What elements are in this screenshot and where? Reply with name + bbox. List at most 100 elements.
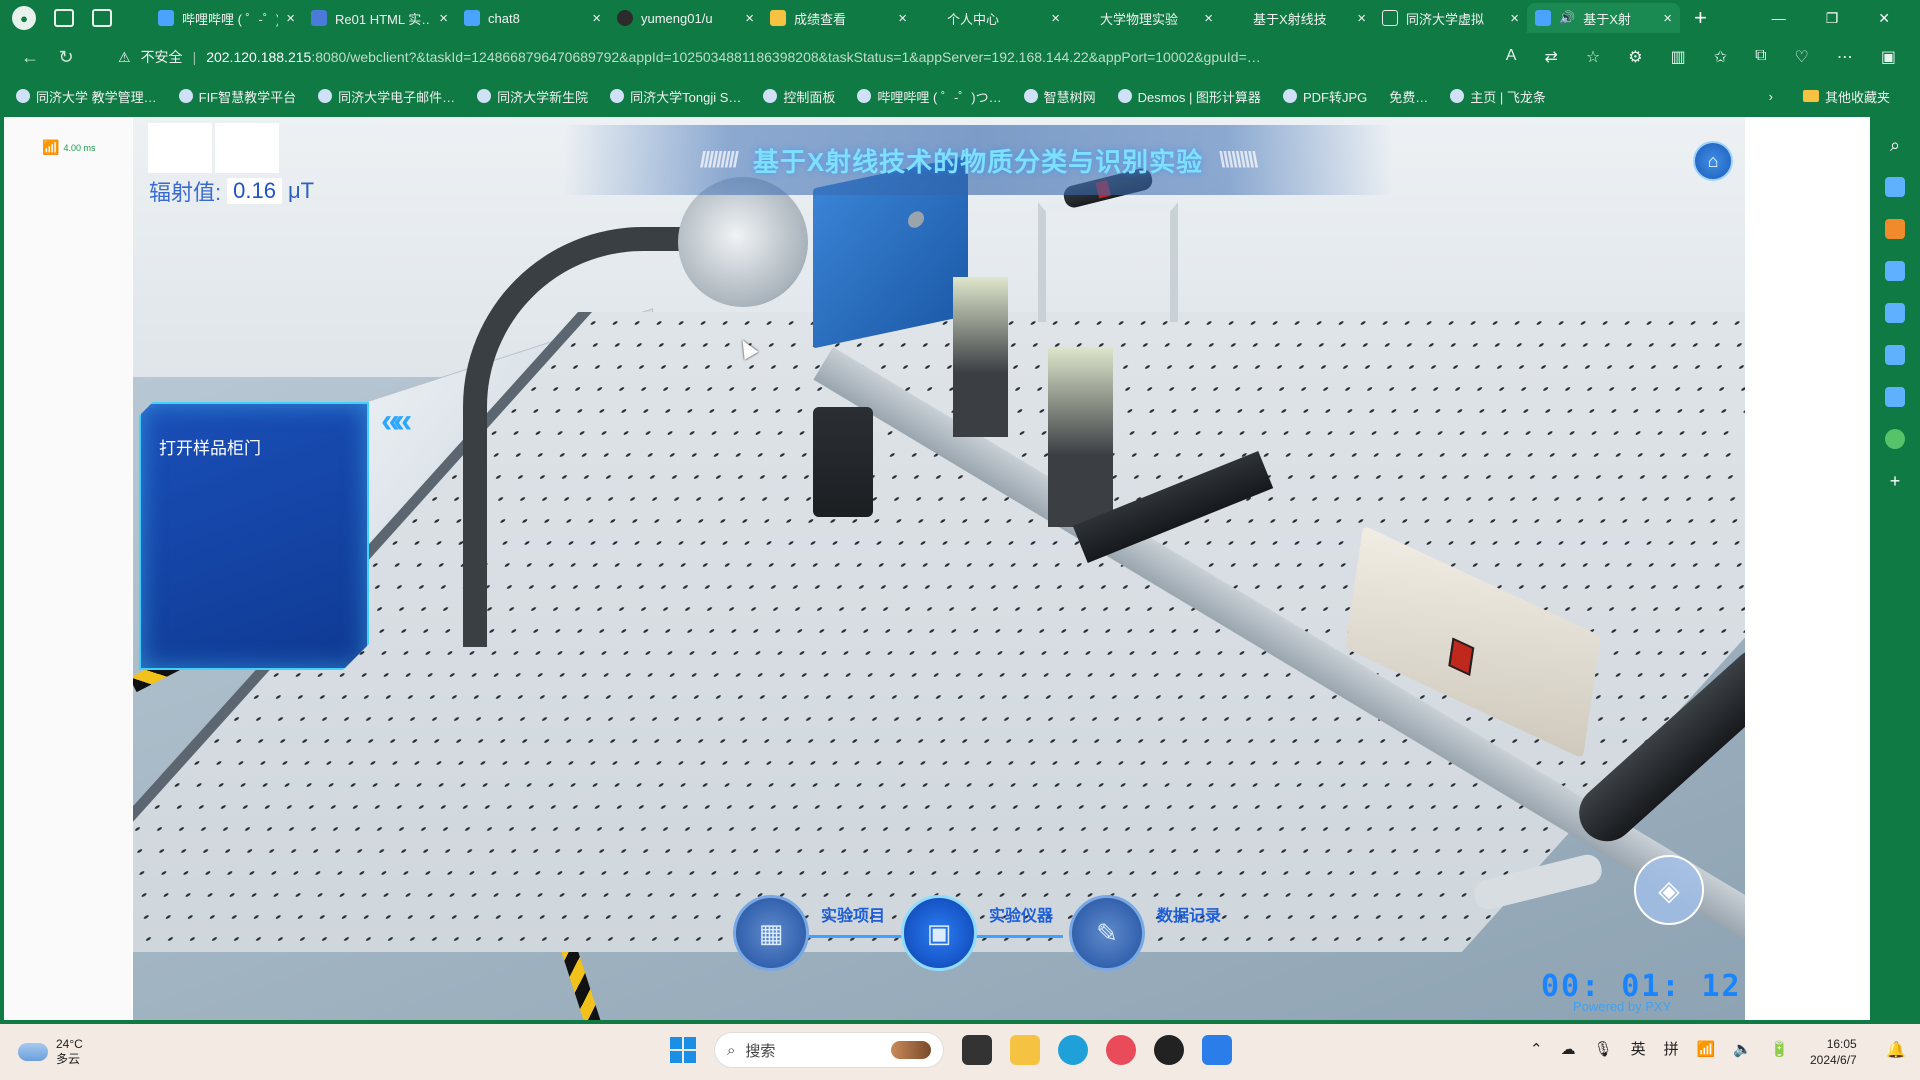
bookmark-item[interactable]: 免费… xyxy=(1389,87,1428,106)
home-button[interactable]: ⌂ xyxy=(1693,141,1733,181)
nav-experiment-projects[interactable]: ▦ xyxy=(733,895,809,971)
sidebar-toggle-icon[interactable]: ▣ xyxy=(1881,47,1896,67)
more-icon[interactable]: ⋯ xyxy=(1837,47,1853,67)
close-icon[interactable]: × xyxy=(1051,10,1060,27)
wifi-icon[interactable]: 📶 xyxy=(1697,1040,1716,1058)
task-view-icon[interactable] xyxy=(962,1035,992,1065)
sample-holder[interactable] xyxy=(953,277,1008,437)
close-icon[interactable]: × xyxy=(745,10,754,27)
chevron-up-icon[interactable]: ⌃ xyxy=(1530,1040,1543,1058)
close-icon[interactable]: × xyxy=(286,10,295,27)
nav-instruments[interactable]: ▣ xyxy=(901,895,977,971)
bookmark-item[interactable]: 同济大学Tongji S… xyxy=(610,87,741,106)
power-switch[interactable] xyxy=(1448,637,1475,676)
favorite-star-icon[interactable]: ☆ xyxy=(1586,47,1600,67)
tab-chat[interactable]: chat8 × xyxy=(456,3,609,33)
weather-widget[interactable]: 24°C 多云 xyxy=(0,1037,200,1067)
bookmark-item[interactable]: 同济大学 教学管理… xyxy=(16,87,157,106)
tab-personal[interactable]: 个人中心 × xyxy=(915,3,1068,33)
tab-physics[interactable]: 大学物理实验 × xyxy=(1068,3,1221,33)
music-app-icon[interactable] xyxy=(1106,1035,1136,1065)
chrome-icon[interactable] xyxy=(1154,1035,1184,1065)
tab-bilibili[interactable]: 哔哩哔哩 ( ゜-゜) × xyxy=(150,3,303,33)
start-button[interactable] xyxy=(670,1037,696,1063)
volume-icon[interactable]: 🔈 xyxy=(1733,1040,1752,1058)
tab-tongji-virtual[interactable]: 同济大学虚拟 × xyxy=(1374,3,1527,33)
3d-lab-scene[interactable]: 辐射值: 0.16 μT ///////// 基于X射线技术的物质分类与识别实验… xyxy=(133,117,1745,1020)
bookmark-item[interactable]: FIF智慧教学平台 xyxy=(178,87,296,106)
bookmark-item[interactable]: 主页 | 飞龙条 xyxy=(1450,87,1546,106)
extensions-icon[interactable]: ⚙ xyxy=(1628,47,1642,67)
profile-icon[interactable]: ● xyxy=(12,6,36,30)
taskbar-search[interactable]: ⌕ 搜索 xyxy=(714,1032,944,1068)
ime-indicator[interactable]: 拼 xyxy=(1664,1038,1679,1059)
send-icon[interactable] xyxy=(1885,387,1905,407)
speaker-icon[interactable]: 🔊 xyxy=(1559,10,1575,26)
close-icon[interactable]: × xyxy=(439,10,448,27)
sample-holder[interactable] xyxy=(1048,347,1113,527)
workspaces-icon[interactable] xyxy=(54,9,74,27)
close-icon[interactable]: × xyxy=(1663,10,1672,27)
close-window-icon[interactable]: ✕ xyxy=(1878,10,1890,27)
nav-label[interactable]: 实验项目 xyxy=(821,902,885,926)
search-icon[interactable]: ⌕ xyxy=(1885,135,1905,155)
language-indicator[interactable]: 英 xyxy=(1631,1038,1646,1059)
games-icon[interactable] xyxy=(1885,261,1905,281)
favorites-icon[interactable]: ✩ xyxy=(1714,47,1727,67)
add-icon[interactable]: + xyxy=(1885,471,1905,491)
nav-data-records[interactable]: ✎ xyxy=(1069,895,1145,971)
open-sample-cabinet-button[interactable]: 打开样品柜门 xyxy=(159,434,261,459)
read-aloud-icon[interactable]: A xyxy=(1506,47,1517,67)
sample-clamp[interactable] xyxy=(813,407,873,517)
bookmark-item[interactable]: 同济大学新生院 xyxy=(477,87,588,106)
split-screen-icon[interactable]: ▥ xyxy=(1671,47,1686,67)
onedrive-icon[interactable]: ☁ xyxy=(1561,1040,1576,1058)
edge-icon[interactable] xyxy=(1058,1035,1088,1065)
close-icon[interactable]: × xyxy=(1357,10,1366,27)
copilot-icon[interactable] xyxy=(1885,303,1905,323)
tab-actions-icon[interactable] xyxy=(92,9,112,27)
outlook-icon[interactable] xyxy=(1885,345,1905,365)
battery-icon[interactable]: 🔋 xyxy=(1770,1040,1789,1058)
layers-button[interactable]: ◈ xyxy=(1634,855,1704,925)
chevron-right-icon[interactable]: › xyxy=(1769,89,1773,104)
new-tab-button[interactable]: + xyxy=(1680,5,1721,31)
close-icon[interactable]: × xyxy=(898,10,907,27)
tree-icon[interactable] xyxy=(1885,429,1905,449)
tab-github[interactable]: yumeng01/u × xyxy=(609,3,762,33)
translate-icon[interactable]: ⇄ xyxy=(1544,47,1557,67)
close-icon[interactable]: × xyxy=(1204,10,1213,27)
bookmark-item[interactable]: 智慧树网 xyxy=(1023,87,1096,106)
tab-xray-1[interactable]: 基于X射线技 × xyxy=(1221,3,1374,33)
tab-grades[interactable]: 成绩查看 × xyxy=(762,3,915,33)
refresh-icon[interactable]: ↻ xyxy=(48,47,84,68)
tab-xray-active[interactable]: 🔊 基于X射 × xyxy=(1527,3,1680,33)
close-icon[interactable]: × xyxy=(1510,10,1519,27)
collections-icon[interactable]: ⧉ xyxy=(1755,47,1766,67)
back-icon[interactable]: ← xyxy=(12,47,48,68)
clock[interactable]: 16:05 2024/6/7 xyxy=(1810,1036,1857,1068)
nav-label[interactable]: 实验仪器 xyxy=(989,902,1053,926)
xray-source[interactable] xyxy=(678,177,808,307)
bookmark-item[interactable]: 哔哩哔哩 ( ゜-゜)つ… xyxy=(857,87,1002,106)
close-icon[interactable]: × xyxy=(592,10,601,27)
tools-icon[interactable] xyxy=(1885,219,1905,239)
microphone-icon[interactable]: 🎙 xyxy=(1594,1040,1613,1058)
bookmark-item[interactable]: 同济大学电子邮件… xyxy=(318,87,455,106)
drawing-app-icon[interactable] xyxy=(1202,1035,1232,1065)
notifications-icon[interactable]: 🔔 xyxy=(1886,1040,1906,1060)
bookmark-item[interactable]: Desmos | 图形计算器 xyxy=(1117,87,1261,106)
bookmark-item[interactable]: PDF转JPG xyxy=(1282,87,1367,106)
collapse-panel-icon[interactable]: « « xyxy=(381,402,412,441)
tab-html[interactable]: Re01 HTML 实… × xyxy=(303,3,456,33)
url-text[interactable]: 202.120.188.215:8080/webclient?&taskId=1… xyxy=(206,49,1386,65)
bookmark-item[interactable]: 控制面板 xyxy=(763,87,835,106)
nav-label[interactable]: 数据记录 xyxy=(1157,902,1221,926)
restore-icon[interactable]: ❐ xyxy=(1826,10,1839,27)
other-bookmarks[interactable]: › 其他收藏夹 xyxy=(1769,87,1890,106)
shopping-tag-icon[interactable] xyxy=(1885,177,1905,197)
address-bar[interactable]: ⚠ 不安全 | 202.120.188.215:8080/webclient?&… xyxy=(104,42,1404,72)
minimize-icon[interactable]: — xyxy=(1772,10,1786,27)
performance-icon[interactable]: ♡ xyxy=(1795,47,1809,67)
file-explorer-icon[interactable] xyxy=(1010,1035,1040,1065)
